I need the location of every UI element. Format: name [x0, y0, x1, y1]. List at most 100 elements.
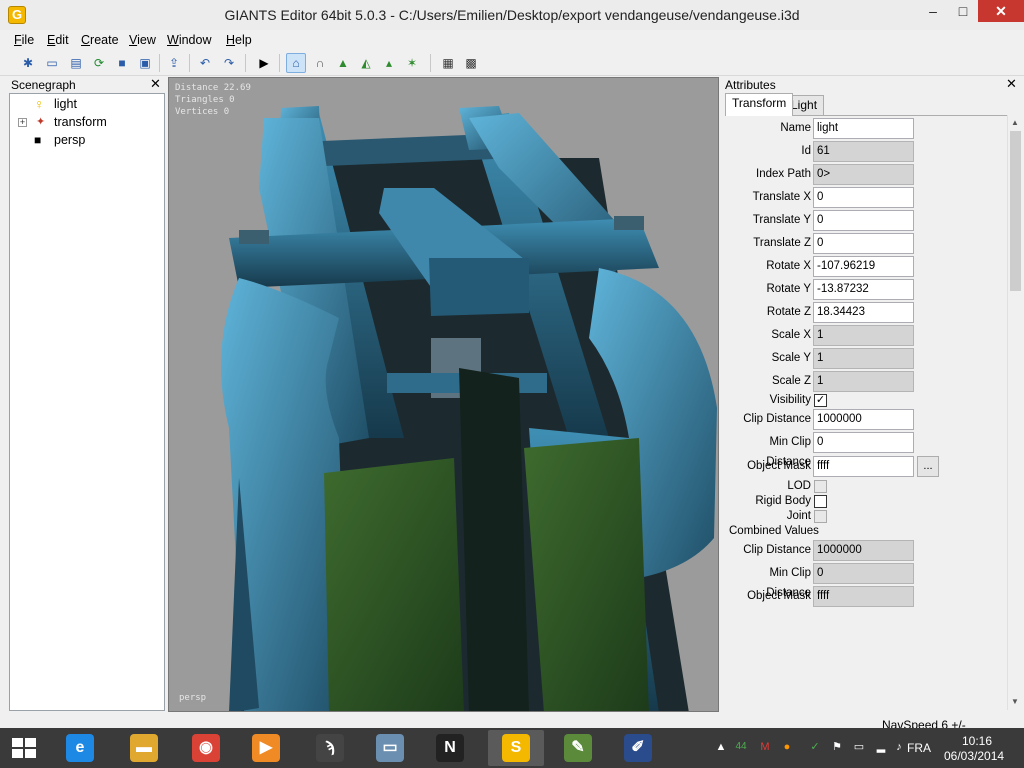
grass-paint-icon[interactable]: ✶ — [402, 53, 422, 73]
name-field[interactable]: light — [813, 118, 914, 139]
tray-language[interactable]: FRA — [907, 741, 931, 755]
lod-checkbox — [814, 480, 827, 493]
scale-x-label: Scale X — [771, 329, 811, 341]
object-mask-browse-button[interactable]: ... — [917, 456, 939, 477]
id-label: Id — [801, 145, 811, 157]
tray-badge-icon[interactable]: 44 — [734, 740, 748, 754]
scale-y-label: Scale Y — [771, 352, 811, 364]
checker-icon[interactable]: ▦ — [438, 53, 458, 73]
tray-signal-icon[interactable]: ▂ — [874, 740, 888, 754]
scenegraph-close-icon[interactable]: ✕ — [150, 77, 161, 91]
notepad-nm-icon: N — [436, 734, 464, 762]
translate-x-label: Translate X — [752, 191, 811, 203]
terrain-paint-icon[interactable]: ◭ — [356, 53, 376, 73]
tray-volume-icon[interactable]: ♪ — [892, 740, 906, 754]
menu-create[interactable]: Create — [81, 33, 119, 47]
visibility-label: Visibility — [769, 394, 811, 406]
terrain-sculpt-icon[interactable]: ▲ — [333, 53, 353, 73]
index-path-field: 0> — [813, 164, 914, 185]
maximize-button[interactable]: □ — [948, 0, 978, 22]
tree-item-label: light — [54, 97, 77, 111]
menu-help[interactable]: Help — [226, 33, 252, 47]
redo-icon[interactable]: ↷ — [219, 53, 239, 73]
play-icon[interactable]: ▶ — [254, 53, 274, 73]
taskbar-app-giants[interactable]: S — [488, 730, 544, 766]
scroll-thumb[interactable] — [1010, 131, 1021, 291]
tray-date[interactable]: 06/03/2014 — [944, 749, 1004, 763]
title-bar: G GIANTS Editor 64bit 5.0.3 - C:/Users/E… — [0, 0, 1024, 30]
scenegraph-tree[interactable]: ♀ light + ✦ transform ■ persp — [9, 93, 165, 711]
transform-tab-body: Name light Id 61 Index Path 0> Translate… — [725, 115, 1009, 710]
giants-icon: S — [502, 734, 530, 762]
rigid-body-checkbox[interactable] — [814, 495, 827, 508]
tray-up-arrow-icon[interactable]: ▲ — [714, 740, 728, 754]
object-mask-field[interactable]: ffff — [813, 456, 914, 477]
save-icon[interactable]: ■ — [112, 53, 132, 73]
media-icon: ▶ — [252, 734, 280, 762]
combined-object-mask-label: Object Mask — [747, 590, 811, 602]
min-clip-distance-field[interactable]: 0 — [813, 432, 914, 453]
new-file-icon[interactable]: ✱ — [18, 53, 38, 73]
monitor-icon: ▭ — [376, 734, 404, 762]
tray-time[interactable]: 10:16 — [962, 734, 992, 748]
scroll-up-icon[interactable]: ▲ — [1011, 118, 1019, 127]
tab-transform[interactable]: Transform — [725, 93, 794, 116]
attributes-panel: Transform Light Name light Id 61 Index P… — [723, 93, 1022, 712]
taskbar-app-explorer[interactable]: ▬ — [116, 730, 172, 766]
taskbar-app-app5[interactable]: ϡ — [302, 730, 358, 766]
translate-y-field[interactable]: 0 — [813, 210, 914, 231]
menu-view[interactable]: View — [129, 33, 156, 47]
taskbar-app-media[interactable]: ▶ — [238, 730, 294, 766]
reload-icon[interactable]: ⟳ — [89, 53, 109, 73]
window-title: GIANTS Editor 64bit 5.0.3 - C:/Users/Emi… — [224, 7, 800, 23]
viewport-stat-triangles: Triangles 0 — [175, 95, 235, 105]
taskbar-app-notepad-nm[interactable]: N — [422, 730, 478, 766]
combined-values-heading: Combined Values — [729, 525, 819, 537]
close-window-button[interactable]: ✕ — [978, 0, 1024, 22]
ie-icon: e — [66, 734, 94, 762]
viewport-scene — [221, 106, 717, 711]
taskbar-app-ie[interactable]: e — [52, 730, 108, 766]
expand-icon[interactable]: + — [18, 118, 27, 127]
tray-shield-icon[interactable]: ● — [780, 740, 794, 754]
scenegraph-title: Scenegraph — [11, 78, 76, 92]
minimize-button[interactable]: – — [918, 0, 948, 22]
taskbar-app-chrome[interactable]: ◉ — [178, 730, 234, 766]
visibility-checkbox[interactable]: ✓ — [814, 394, 827, 407]
translate-z-label: Translate Z — [753, 237, 811, 249]
select-mode-icon[interactable]: ⌂ — [286, 53, 306, 73]
3d-viewport[interactable]: Distance 22.69 Triangles 0 Vertices 0 pe… — [168, 77, 719, 712]
taskbar-app-monitor[interactable]: ▭ — [362, 730, 418, 766]
menu-window[interactable]: Window — [167, 33, 211, 47]
menu-edit[interactable]: Edit — [47, 33, 69, 47]
magnet-icon[interactable]: ∩ — [310, 53, 330, 73]
rotate-y-field[interactable]: -13.87232 — [813, 279, 914, 300]
attributes-close-icon[interactable]: ✕ — [1006, 77, 1017, 91]
translate-x-field[interactable]: 0 — [813, 187, 914, 208]
translate-z-field[interactable]: 0 — [813, 233, 914, 254]
tree-item-label: persp — [54, 133, 86, 147]
open-recent-icon[interactable]: ▤ — [66, 53, 86, 73]
rotate-z-field[interactable]: 18.34423 — [813, 302, 914, 323]
tray-network-icon[interactable]: ▭ — [852, 740, 866, 754]
toolbar: ✱ ▭ ▤ ⟳ ■ ▣ ⇪ ↶ ↷ ▶ ⌂ ∩ ▲ ◭ ▴ ✶ ▦ ▩ — [0, 50, 1024, 76]
menu-file[interactable]: File — [14, 33, 34, 47]
taskbar-app-app9[interactable]: ✎ — [550, 730, 606, 766]
terrain-foliage-icon[interactable]: ▴ — [379, 53, 399, 73]
tray-flag-icon[interactable]: ⚑ — [830, 740, 844, 754]
tray-m-icon[interactable]: M — [758, 740, 772, 754]
app5-icon: ϡ — [316, 734, 344, 762]
clip-distance-field[interactable]: 1000000 — [813, 409, 914, 430]
open-folder-icon[interactable]: ▭ — [42, 53, 62, 73]
taskbar-app-app10[interactable]: ✐ — [610, 730, 666, 766]
tray-check-icon[interactable]: ✓ — [808, 740, 822, 754]
undo-icon[interactable]: ↶ — [195, 53, 215, 73]
attributes-scrollbar[interactable]: ▲ ▼ — [1007, 115, 1022, 710]
save-as-icon[interactable]: ▣ — [135, 53, 155, 73]
clip-distance-label: Clip Distance — [743, 413, 811, 425]
checker-alt-icon[interactable]: ▩ — [461, 53, 481, 73]
rotate-x-field[interactable]: -107.96219 — [813, 256, 914, 277]
scroll-down-icon[interactable]: ▼ — [1011, 697, 1019, 706]
import-icon[interactable]: ⇪ — [164, 53, 184, 73]
windows-start-icon[interactable] — [12, 738, 38, 760]
